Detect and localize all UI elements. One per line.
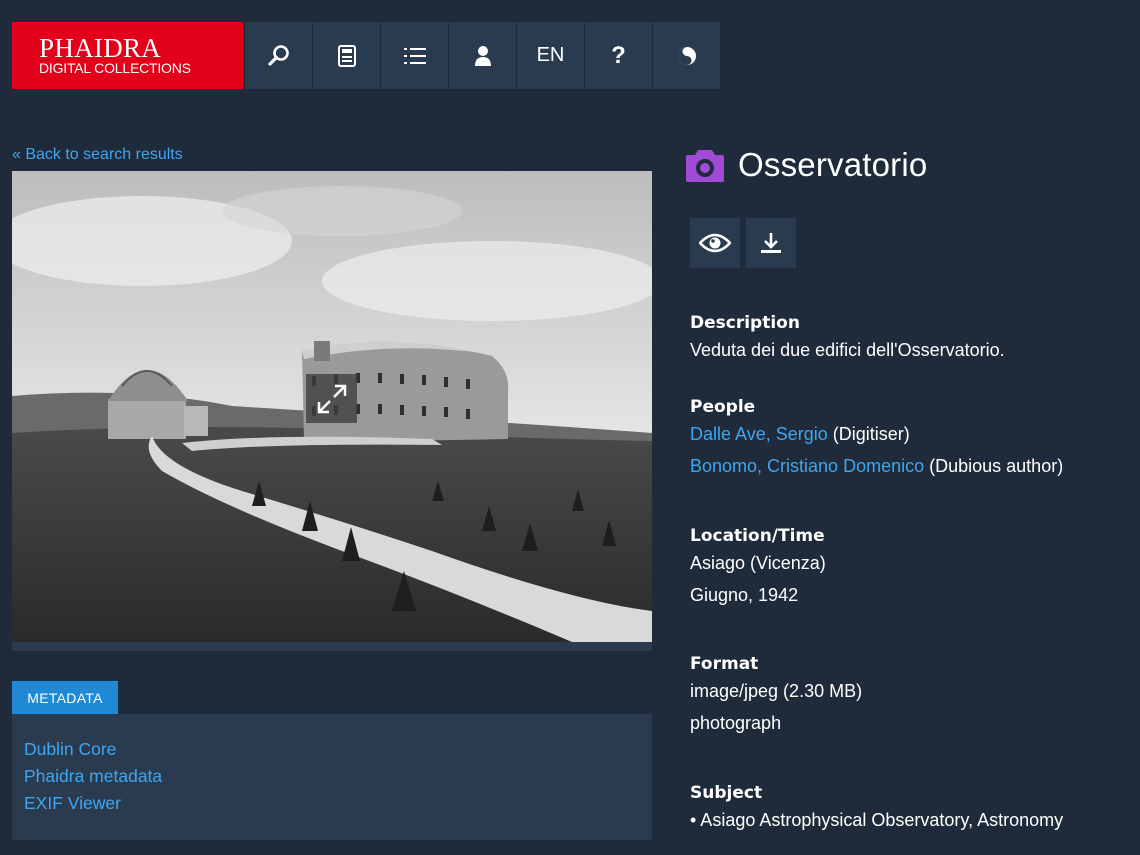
- expand-image-button[interactable]: [306, 374, 357, 423]
- location-text: Asiago (Vicenza): [690, 553, 826, 573]
- phaidra-logo[interactable]: PHAIDRA DIGITAL COLLECTIONS: [12, 22, 243, 89]
- location-time-label: Location/Time: [690, 526, 825, 546]
- time-text: Giugno, 1942: [690, 585, 799, 605]
- people-label: People: [690, 397, 756, 417]
- search-icon: [267, 44, 289, 66]
- person-row: Bonomo, Cristiano Domenico (Dubious auth…: [690, 450, 1063, 482]
- object-title-row: Osservatorio: [686, 146, 927, 184]
- person-row: Dalle Ave, Sergio (Digitiser): [690, 418, 1063, 450]
- view-button[interactable]: [690, 218, 740, 268]
- logo-main-text: PHAIDRA: [39, 33, 162, 63]
- help-button[interactable]: ?: [585, 22, 652, 89]
- contrast-icon: [677, 46, 696, 65]
- format-type: photograph: [690, 713, 782, 733]
- expand-icon: [317, 384, 346, 413]
- main-nav: EN ?: [245, 22, 720, 89]
- object-actions: [690, 218, 802, 268]
- people-section: People Dalle Ave, Sergio (Digitiser) Bon…: [690, 396, 1063, 482]
- person-role: (Digitiser): [832, 424, 910, 444]
- person-link-bonomo[interactable]: Bonomo, Cristiano Domenico: [690, 456, 924, 476]
- format-section: Format image/jpeg (2.30 MB) photograph: [690, 653, 862, 739]
- exif-viewer-link[interactable]: EXIF Viewer: [24, 790, 640, 817]
- phaidra-metadata-link[interactable]: Phaidra metadata: [24, 763, 640, 790]
- search-button[interactable]: [245, 22, 312, 89]
- calculator-icon: [337, 44, 356, 67]
- download-button[interactable]: [746, 218, 796, 268]
- description-label: Description: [690, 313, 800, 333]
- contrast-button[interactable]: [653, 22, 720, 89]
- calculator-button[interactable]: [313, 22, 380, 89]
- logo-sub-text: DIGITAL COLLECTIONS: [39, 60, 191, 76]
- description-section: Description Veduta dei due edifici dell'…: [690, 312, 1005, 366]
- metadata-tab[interactable]: METADATA: [12, 681, 118, 714]
- download-icon: [761, 233, 781, 253]
- object-image[interactable]: [12, 171, 652, 642]
- language-label: EN: [536, 44, 565, 66]
- description-text: Veduta dei due edifici dell'Osservatorio…: [690, 340, 1005, 360]
- person-role: (Dubious author): [929, 456, 1064, 476]
- top-header: PHAIDRA DIGITAL COLLECTIONS EN ?: [12, 22, 720, 89]
- person-link-dalle-ave[interactable]: Dalle Ave, Sergio: [690, 424, 828, 444]
- list-icon: [403, 47, 426, 64]
- subject-label: Subject: [690, 783, 763, 803]
- format-mime: image/jpeg (2.30 MB): [690, 681, 863, 701]
- image-bottom-bar: [12, 642, 652, 651]
- subject-section: Subject • Asiago Astrophysical Observato…: [690, 782, 1063, 836]
- location-time-section: Location/Time Asiago (Vicenza) Giugno, 1…: [690, 525, 826, 611]
- language-button[interactable]: EN: [517, 22, 584, 89]
- camera-icon: [686, 150, 724, 182]
- format-label: Format: [690, 654, 759, 674]
- metadata-panel: Dublin Core Phaidra metadata EXIF Viewer: [12, 714, 652, 840]
- object-title: Osservatorio: [738, 146, 928, 183]
- eye-icon: [699, 233, 731, 253]
- help-label: ?: [611, 41, 626, 69]
- dublin-core-link[interactable]: Dublin Core: [24, 736, 640, 763]
- user-icon: [474, 45, 491, 66]
- back-to-search-link[interactable]: « Back to search results: [12, 146, 183, 164]
- list-button[interactable]: [381, 22, 448, 89]
- subject-text: • Asiago Astrophysical Observatory, Astr…: [690, 810, 1064, 830]
- user-button[interactable]: [449, 22, 516, 89]
